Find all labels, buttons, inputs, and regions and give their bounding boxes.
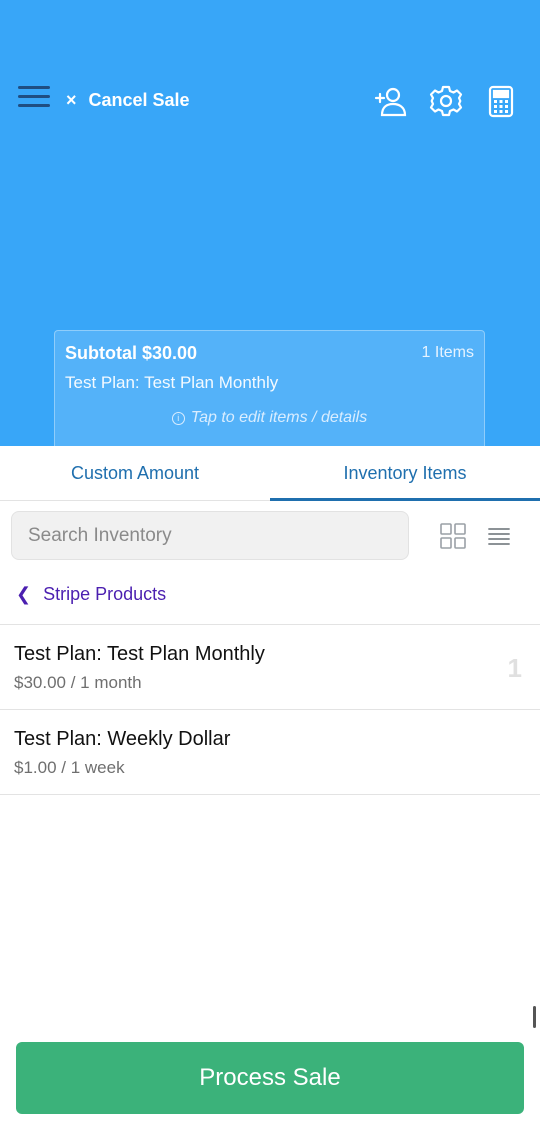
info-icon: i: [171, 412, 185, 425]
item-quantity: 1: [507, 653, 522, 683]
subtotal-amount: Subtotal $30.00: [65, 343, 198, 363]
add-customer-icon[interactable]: [374, 84, 408, 118]
close-icon: ×: [66, 90, 77, 110]
calculator-icon[interactable]: [484, 84, 518, 118]
menu-icon[interactable]: [18, 86, 52, 110]
header-bar: × Cancel Sale Subtotal $30.00 1 Items Te…: [0, 0, 540, 446]
item-price: $30.00 / 1 month: [14, 673, 142, 692]
list-item[interactable]: Test Plan: Test Plan Monthly $30.00 / 1 …: [0, 625, 540, 710]
list-item[interactable]: Test Plan: Weekly Dollar $1.00 / 1 week: [0, 710, 540, 795]
item-price: $1.00 / 1 week: [14, 758, 125, 777]
process-sale-button[interactable]: Process Sale: [16, 1042, 524, 1114]
list-view-icon[interactable]: [485, 522, 513, 550]
subtotal-panel[interactable]: Subtotal $30.00 1 Items Test Plan: Test …: [54, 330, 485, 446]
item-count: 1 Items: [421, 344, 474, 361]
gear-icon[interactable]: [429, 84, 463, 118]
tab-inventory-items[interactable]: Inventory Items: [270, 446, 540, 501]
subtotal-plan: Test Plan: Test Plan Monthly: [65, 373, 279, 392]
breadcrumb-back-link[interactable]: ❮ Stripe Products: [16, 582, 166, 606]
scrollbar[interactable]: [533, 1006, 536, 1028]
item-name: Test Plan: Test Plan Monthly: [14, 643, 265, 665]
tab-bar: Custom Amount Inventory Items: [0, 446, 540, 501]
edit-hint-text: Tap to edit items / details: [190, 409, 368, 426]
edit-hint: i Tap to edit items / details: [55, 409, 484, 427]
breadcrumb-label: Stripe Products: [43, 583, 167, 604]
inventory-list: Test Plan: Test Plan Monthly $30.00 / 1 …: [0, 624, 540, 795]
cancel-sale-button[interactable]: × Cancel Sale: [66, 88, 190, 112]
chevron-left-icon: ❮: [16, 583, 32, 604]
item-name: Test Plan: Weekly Dollar: [14, 728, 231, 750]
cancel-sale-label: Cancel Sale: [88, 89, 190, 110]
search-inventory-input[interactable]: [11, 511, 409, 560]
grid-view-icon[interactable]: [439, 522, 467, 550]
tab-custom-amount[interactable]: Custom Amount: [0, 446, 270, 500]
